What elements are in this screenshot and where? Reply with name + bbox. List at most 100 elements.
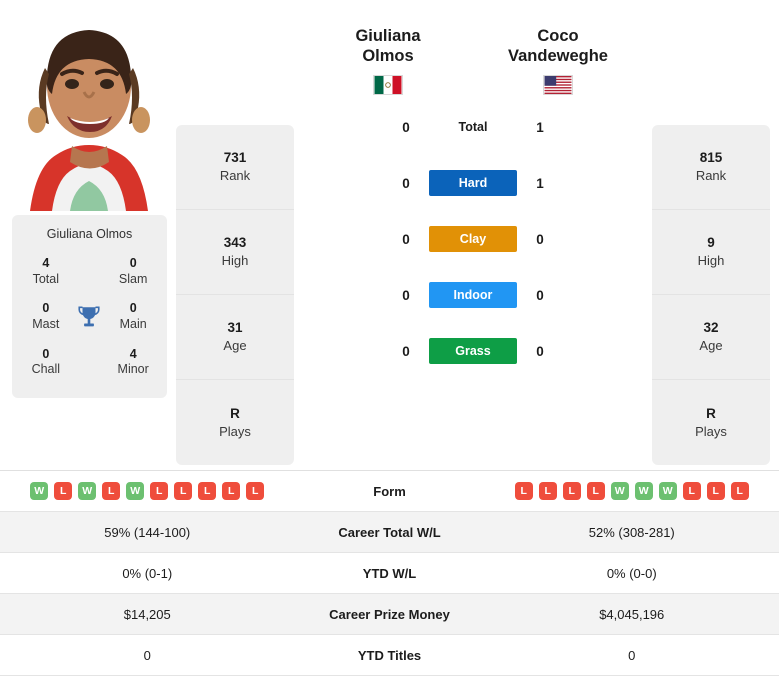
trophy-icon <box>78 306 101 327</box>
form-badge-loss[interactable]: L <box>222 482 241 500</box>
right-player-stats-column: 815 Rank 9 High 32 Age R Plays <box>652 125 770 465</box>
form-badge-win[interactable]: W <box>78 482 97 500</box>
surface-label-indoor[interactable]: Indoor <box>429 282 517 309</box>
left-trophy-wrap <box>70 304 110 330</box>
h2h-right-hard: 1 <box>536 175 544 191</box>
left-minor-titles-value: 4 <box>129 346 137 361</box>
table-row-label: YTD W/L <box>362 565 417 581</box>
left-stat-value: 731 <box>223 150 247 166</box>
left-total-titles-value: 4 <box>42 256 50 270</box>
form-badge-loss[interactable]: L <box>174 482 193 500</box>
left-mast-titles-value: 0 <box>42 301 50 316</box>
flag-mexico-icon <box>373 75 403 96</box>
form-badge-loss[interactable]: L <box>562 482 581 500</box>
left-slam-titles-value: 0 <box>129 256 137 270</box>
left-stat-label: Age <box>223 338 247 354</box>
left-ytd_wl: 0% (0-1) <box>122 565 173 581</box>
form-badge-win[interactable]: W <box>634 482 653 500</box>
left-career_total_wl: 59% (144-100) <box>104 524 191 540</box>
left-stat-value: 343 <box>223 235 247 251</box>
left-player-stats-column: 731 Rank 343 High 31 Age R Plays <box>176 125 294 465</box>
left-player-photo-card <box>12 8 167 211</box>
left-player-last-name: Olmos <box>362 47 414 66</box>
table-row: 0% (0-1) YTD W/L 0% (0-0) <box>0 553 779 594</box>
right-player-name-block[interactable]: Coco Vandeweghe <box>473 26 643 96</box>
form-badge-win[interactable]: W <box>126 482 145 500</box>
h2h-row-indoor: 0 Indoor 0 <box>303 267 643 323</box>
left-total-titles-label: Total <box>32 271 60 286</box>
left-stat-label: High <box>221 253 249 269</box>
right-stat-label: Plays <box>695 423 727 439</box>
left-titles-row-1: 4 Total 0 Slam <box>12 252 167 297</box>
left-player-name-block[interactable]: Giuliana Olmos <box>303 26 473 96</box>
form-badge-loss[interactable]: L <box>682 482 701 500</box>
form-badge-loss[interactable]: L <box>102 482 121 500</box>
form-badge-loss[interactable]: L <box>198 482 217 500</box>
left-player-portrait <box>12 8 167 211</box>
form-badge-loss[interactable]: L <box>246 482 265 500</box>
form-badge-loss[interactable]: L <box>730 482 749 500</box>
left-career_prize_money: $14,205 <box>123 606 171 622</box>
form-badge-loss[interactable]: L <box>586 482 605 500</box>
right-stat-value: 9 <box>707 235 715 251</box>
left-player-titles-card: Giuliana Olmos 4 Total 0 Slam 0 Mast 0 M… <box>12 215 167 398</box>
form-badge-loss[interactable]: L <box>150 482 169 500</box>
h2h-right-grass: 0 <box>536 343 544 359</box>
left-chall-titles: 0 Chall <box>22 347 70 378</box>
h2h-left-hard: 0 <box>402 175 410 191</box>
form-badge-loss[interactable]: L <box>706 482 725 500</box>
left-stat-high: 343 High <box>176 210 294 295</box>
left-stat-label: Rank <box>219 168 251 184</box>
h2h-right-clay: 0 <box>536 231 544 247</box>
left-mast-titles: 0 Mast <box>22 301 70 332</box>
right-ytd_wl: 0% (0-0) <box>606 565 657 581</box>
form-badge-loss[interactable]: L <box>538 482 557 500</box>
right-player-last-name: Vandeweghe <box>508 47 608 66</box>
left-titles-row-2: 0 Mast 0 Main <box>12 297 167 342</box>
player-comparison-page: Giuliana Olmos 4 Total 0 Slam 0 Mast 0 M… <box>0 0 779 699</box>
right-stat-value: R <box>706 405 716 421</box>
h2h-left-clay: 0 <box>402 231 410 247</box>
left-minor-titles-label: Minor <box>117 362 149 377</box>
table-row: W L W L W L L L L L Form L L L L W W W L L L <box>0 471 779 512</box>
left-main-titles: 0 Main <box>109 301 157 332</box>
player-names-row: Giuliana Olmos Coco Vandeweghe <box>303 26 643 96</box>
h2h-label-total: Total <box>458 120 488 135</box>
left-form: WLWLWLLLLL <box>0 482 295 500</box>
left-player-photo-column: Giuliana Olmos 4 Total 0 Slam 0 Mast 0 M… <box>12 8 167 398</box>
right-stat-value: 815 <box>699 150 723 166</box>
form-badge-win[interactable]: W <box>30 482 49 500</box>
right-player-first-name: Coco <box>537 27 579 45</box>
form-badge-win[interactable]: W <box>658 482 677 500</box>
h2h-left-grass: 0 <box>402 343 410 359</box>
h2h-left-indoor: 0 <box>402 287 410 303</box>
comparison-table: W L W L W L L L L L Form L L L L W W W L L L 59% (144-100) Car… <box>0 470 779 676</box>
surface-label-hard[interactable]: Hard <box>429 170 517 197</box>
right-stat-label: Age <box>699 338 723 354</box>
h2h-left-total: 0 <box>402 119 410 135</box>
form-badge-loss[interactable]: L <box>514 482 533 500</box>
form-badge-win[interactable]: W <box>610 482 629 500</box>
h2h-row-grass: 0 Grass 0 <box>303 323 643 379</box>
right-ytd_titles: 0 <box>628 647 636 663</box>
head-to-head-column: Giuliana Olmos Coco Vandeweghe 0 Total 1… <box>303 8 643 379</box>
table-row: $14,205 Career Prize Money $4,045,196 <box>0 594 779 635</box>
right-stat-high: 9 High <box>652 210 770 295</box>
right-stat-label: Rank <box>695 168 727 184</box>
h2h-row-hard: 0 Hard 1 <box>303 155 643 211</box>
h2h-right-total: 1 <box>536 119 544 135</box>
left-stat-label: Plays <box>219 423 251 439</box>
h2h-row-total: 0 Total 1 <box>303 99 643 155</box>
surface-label-clay[interactable]: Clay <box>429 226 517 253</box>
left-form-badges: WLWLWLLLLL <box>0 482 295 500</box>
left-chall-titles-value: 0 <box>42 346 50 361</box>
table-row: 0 YTD Titles 0 <box>0 635 779 676</box>
surface-label-grass[interactable]: Grass <box>429 338 517 365</box>
left-player-first-name: Giuliana <box>355 27 421 45</box>
form-badge-loss[interactable]: L <box>54 482 73 500</box>
right-stat-plays: R Plays <box>652 380 770 465</box>
flag-usa-icon <box>543 75 573 96</box>
left-stat-age: 31 Age <box>176 295 294 380</box>
left-stat-plays: R Plays <box>176 380 294 465</box>
left-slam-titles: 0 Slam <box>109 256 157 287</box>
